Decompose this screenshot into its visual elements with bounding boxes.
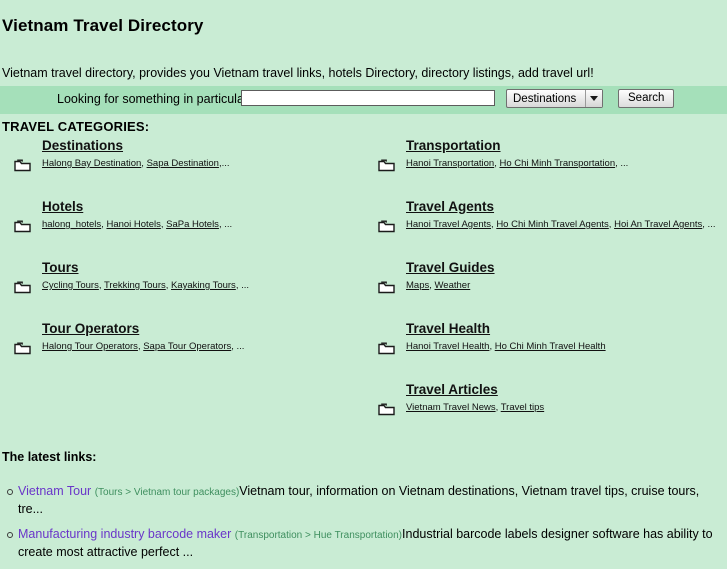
folder-icon	[14, 220, 31, 233]
sublinks-ellipsis: , ...	[218, 219, 233, 230]
folder-icon	[378, 403, 395, 416]
sublinks-ellipsis: , ...	[615, 158, 629, 169]
latest-link-breadcrumb: (Tours > Vietnam tour packages)	[94, 487, 240, 498]
category-sublinks: Maps, Weather	[406, 280, 727, 292]
folder-icon	[378, 159, 395, 172]
category-sublink[interactable]: Sapa Destination	[147, 158, 219, 169]
sublinks-ellipsis: ,...	[218, 158, 230, 169]
folder-icon	[14, 159, 31, 172]
sublinks-ellipsis: , ...	[235, 280, 250, 291]
category-sublink[interactable]: Hoi An Travel Agents	[614, 219, 702, 230]
category-title-link[interactable]: Hotels	[42, 199, 83, 215]
category-title-link[interactable]: Tours	[42, 260, 79, 276]
latest-link-item: Vietnam Tour (Tours > Vietnam tour packa…	[0, 483, 727, 517]
category-block: Travel Agents Hanoi Travel Agents, Ho Chi…	[378, 199, 727, 241]
category-sublink[interactable]: SaPa Hotels	[166, 219, 219, 230]
category-title-link[interactable]: Travel Articles	[406, 382, 498, 398]
category-sublink[interactable]: Sapa Tour Operators	[143, 341, 231, 352]
category-sublinks: Halong Bay Destination, Sapa Destination…	[42, 158, 364, 170]
latest-links-heading: The latest links:	[2, 450, 97, 464]
category-sublink[interactable]: Hanoi Hotels	[106, 219, 160, 230]
folder-icon	[378, 281, 395, 294]
latest-link-title[interactable]: Vietnam Tour	[18, 484, 91, 498]
latest-links-list: Vietnam Tour (Tours > Vietnam tour packa…	[0, 483, 727, 569]
category-column-right: Transportation Hanoi Transportation, Ho C…	[378, 138, 727, 424]
travel-categories-heading: TRAVEL CATEGORIES:	[2, 119, 150, 134]
folder-icon	[378, 342, 395, 355]
category-column-left: Destinations Halong Bay Destination, Sapa…	[14, 138, 364, 363]
category-sublink[interactable]: Halong Tour Operators	[42, 341, 138, 352]
category-sublinks: Hanoi Travel Health, Ho Chi Minh Travel …	[406, 341, 727, 353]
chevron-down-icon[interactable]	[585, 90, 602, 107]
search-input[interactable]	[241, 90, 495, 106]
search-button[interactable]: Search	[618, 89, 675, 108]
category-sublink[interactable]: Ho Chi Minh Travel Health	[495, 341, 606, 352]
category-sublink[interactable]: Ho Chi Minh Transportation	[499, 158, 615, 169]
category-block: Tours Cycling Tours, Trekking Tours, Kaya…	[14, 260, 364, 302]
search-label: Looking for something in particular?	[57, 92, 256, 106]
category-sublink[interactable]: halong_hotels	[42, 219, 101, 230]
folder-icon	[14, 342, 31, 355]
category-sublink[interactable]: Travel tips	[501, 402, 544, 413]
category-sublinks: Hanoi Travel Agents, Ho Chi Minh Travel …	[406, 219, 727, 231]
category-block: Travel Health Hanoi Travel Health, Ho Chi…	[378, 321, 727, 363]
category-sublink[interactable]: Kayaking Tours	[171, 280, 236, 291]
category-title-link[interactable]: Travel Agents	[406, 199, 494, 215]
category-sublink[interactable]: Maps	[406, 280, 429, 291]
category-title-link[interactable]: Tour Operators	[42, 321, 139, 337]
category-sublinks: Cycling Tours, Trekking Tours, Kayaking …	[42, 280, 364, 292]
category-block: Hotels halong_hotels, Hanoi Hotels, SaPa …	[14, 199, 364, 241]
category-block: Destinations Halong Bay Destination, Sapa…	[14, 138, 364, 180]
page-title: Vietnam Travel Directory	[2, 16, 204, 35]
category-sublink[interactable]: Ho Chi Minh Travel Agents	[496, 219, 608, 230]
category-sublinks: Hanoi Transportation, Ho Chi Minh Transp…	[406, 158, 727, 170]
category-sublink[interactable]: Hanoi Travel Agents	[406, 219, 491, 230]
category-sublinks: halong_hotels, Hanoi Hotels, SaPa Hotels…	[42, 219, 364, 231]
latest-link-title[interactable]: Manufacturing industry barcode maker	[18, 527, 231, 541]
category-select[interactable]: Destinations	[506, 89, 603, 108]
category-sublink[interactable]: Vietnam Travel News	[406, 402, 496, 413]
folder-icon	[14, 281, 31, 294]
category-sublink[interactable]: Trekking Tours	[104, 280, 166, 291]
bullet-icon	[7, 532, 13, 538]
category-sublink[interactable]: Hanoi Travel Health	[406, 341, 489, 352]
category-title-link[interactable]: Transportation	[406, 138, 501, 154]
sublinks-ellipsis: , ...	[231, 341, 245, 352]
latest-link-item: Manufacturing industry barcode maker (Tr…	[0, 526, 727, 560]
bullet-icon	[7, 489, 13, 495]
category-sublink[interactable]: Weather	[435, 280, 471, 291]
page-root: Vietnam Travel Directory Vietnam travel …	[0, 0, 727, 559]
search-bar: Looking for something in particular? Des…	[0, 86, 727, 114]
category-block: Tour Operators Halong Tour Operators, Sap…	[14, 321, 364, 363]
category-sublink[interactable]: Halong Bay Destination	[42, 158, 141, 169]
category-sublinks: Vietnam Travel News, Travel tips	[406, 402, 727, 414]
category-block: Travel Articles Vietnam Travel News, Trav…	[378, 382, 727, 424]
site-tagline: Vietnam travel directory, provides you V…	[2, 66, 594, 80]
category-title-link[interactable]: Travel Health	[406, 321, 490, 337]
category-sublink[interactable]: Hanoi Transportation	[406, 158, 494, 169]
category-block: Transportation Hanoi Transportation, Ho C…	[378, 138, 727, 180]
category-title-link[interactable]: Travel Guides	[406, 260, 495, 276]
folder-icon	[378, 220, 395, 233]
category-title-link[interactable]: Destinations	[42, 138, 123, 154]
category-block: Travel Guides Maps, Weather	[378, 260, 727, 302]
category-sublinks: Halong Tour Operators, Sapa Tour Operato…	[42, 341, 364, 353]
sublinks-ellipsis: , ...	[702, 219, 716, 230]
latest-link-breadcrumb: (Transportation > Hue Transportation)	[234, 530, 403, 541]
category-select-value: Destinations	[513, 92, 577, 105]
category-sublink[interactable]: Cycling Tours	[42, 280, 99, 291]
